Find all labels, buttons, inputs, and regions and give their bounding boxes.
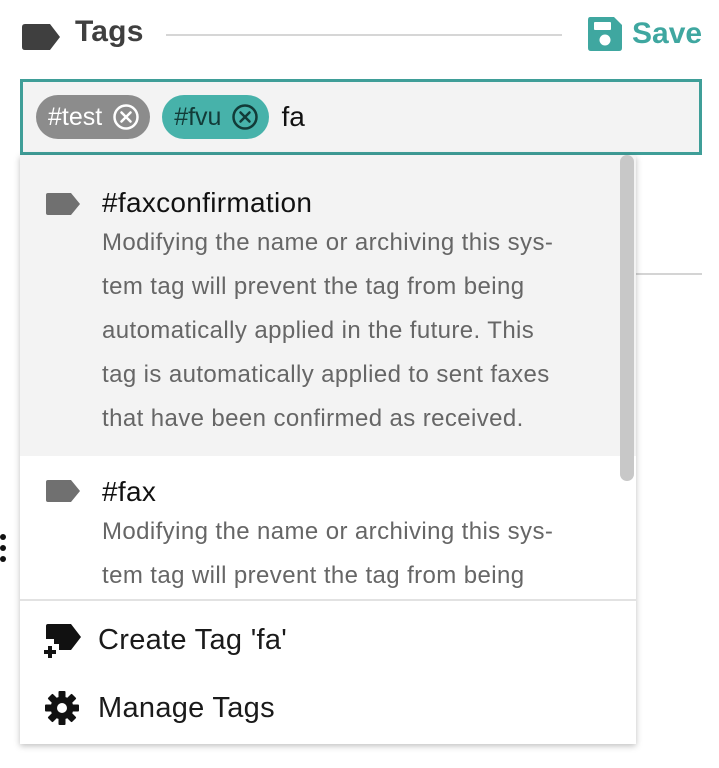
tag-search-input[interactable] — [281, 101, 482, 133]
dropdown-divider — [20, 599, 636, 601]
create-tag-button[interactable]: Create Tag 'fa' — [20, 607, 636, 673]
tag-chip-label: #fvu — [174, 102, 222, 131]
suggestion-title: #fax — [102, 476, 157, 507]
tag-icon — [46, 193, 80, 215]
tag-chip: #fvu — [162, 95, 270, 139]
manage-tags-button[interactable]: Manage Tags — [20, 675, 636, 741]
dropdown-scrollbar[interactable] — [620, 155, 636, 485]
tag-input-field[interactable]: #test #fvu — [20, 79, 702, 155]
suggestion-item[interactable]: #fax Modifying the name or archiving thi… — [20, 456, 636, 599]
background-divider — [636, 273, 702, 275]
scrollbar-thumb[interactable] — [620, 155, 634, 481]
suggestion-title: #faxconfirmation — [102, 187, 313, 218]
create-tag-label: Create Tag 'fa' — [98, 623, 288, 656]
tag-icon — [46, 480, 80, 502]
suggestion-description: Modifying the name or archiving this sys… — [102, 229, 554, 432]
tags-panel: Tags Save #test #fvu fa #faxconfirmation… — [0, 0, 719, 768]
save-label: Save — [632, 17, 703, 50]
remove-chip-icon[interactable] — [112, 103, 140, 131]
tag-icon — [22, 24, 60, 50]
tag-chip: #test — [36, 95, 151, 139]
header-divider — [166, 34, 562, 36]
more-options-icon[interactable] — [0, 534, 8, 568]
remove-chip-icon[interactable] — [231, 103, 259, 131]
suggestion-list: #faxconfirmation Modifying the name or a… — [20, 155, 636, 599]
page-title: Tags — [75, 15, 144, 48]
add-tag-icon — [44, 624, 81, 658]
gear-icon — [45, 691, 79, 725]
tag-suggestions-dropdown: #faxconfirmation Modifying the name or a… — [20, 155, 636, 744]
tags-header: Tags Save — [0, 0, 719, 72]
suggestion-description: Modifying the name or archiving this sys… — [102, 518, 554, 589]
tag-chip-label: #test — [48, 102, 103, 131]
manage-tags-label: Manage Tags — [98, 691, 275, 724]
save-button[interactable]: Save — [588, 14, 719, 54]
suggestion-item[interactable]: #faxconfirmation Modifying the name or a… — [20, 155, 636, 456]
floppy-disk-icon — [588, 17, 622, 51]
